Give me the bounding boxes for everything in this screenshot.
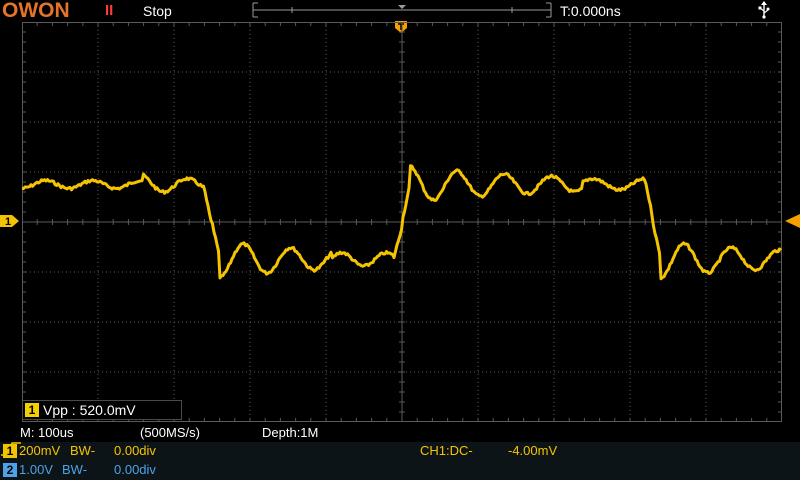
run-status-icon[interactable]: II bbox=[105, 2, 113, 20]
ch1-bandwidth: BW- bbox=[70, 443, 96, 458]
ch1-settings-row[interactable]: 1 200mV BW- 0.00div CH1:DC- -4.00mV bbox=[0, 442, 800, 460]
ch2-bandwidth: BW- bbox=[62, 462, 88, 477]
ch2-offset: 0.00div bbox=[114, 462, 156, 477]
ch2-scale: 1.00V bbox=[19, 462, 53, 477]
ch1-offset: 0.00div bbox=[114, 443, 156, 458]
ch1-offset-marker[interactable]: 1 bbox=[0, 214, 20, 228]
timebase-readout[interactable]: M: 100us bbox=[20, 424, 73, 442]
ch2-badge: 2 bbox=[3, 463, 17, 477]
run-status-label: Stop bbox=[143, 3, 172, 19]
measurement-readout[interactable]: 1 Vpp : 520.0mV bbox=[22, 400, 182, 420]
measurement-channel-badge: 1 bbox=[25, 403, 39, 417]
ch2-settings-row[interactable]: 2 1.00V BW- 0.00div bbox=[0, 461, 800, 479]
ch1-scale: 200mV bbox=[19, 443, 61, 458]
trigger-source-coupling: CH1:DC- bbox=[420, 443, 473, 458]
brand-logo: OWON bbox=[2, 0, 70, 22]
acquisition-status-bar: M: 100us (500MS/s) Depth:1M bbox=[0, 424, 800, 442]
usb-icon bbox=[758, 1, 770, 19]
trigger-level-value: -4.00mV bbox=[508, 443, 558, 458]
memory-depth-readout: Depth:1M bbox=[262, 425, 319, 440]
waveform-display bbox=[22, 22, 782, 422]
top-status-bar: OWON II Stop T:0.000ns bbox=[0, 0, 800, 22]
memory-position-bar[interactable] bbox=[252, 2, 552, 18]
trigger-level-marker[interactable] bbox=[784, 214, 800, 228]
trigger-time-offset: T:0.000ns bbox=[560, 3, 621, 19]
svg-text:1: 1 bbox=[5, 216, 11, 228]
vpp-measurement: Vpp : 520.0mV bbox=[43, 402, 136, 418]
channel-settings-bar: 1 200mV BW- 0.00div CH1:DC- -4.00mV 2 1.… bbox=[0, 442, 800, 480]
ch1-badge: 1 bbox=[3, 444, 17, 458]
sample-rate-readout: (500MS/s) bbox=[140, 425, 200, 440]
